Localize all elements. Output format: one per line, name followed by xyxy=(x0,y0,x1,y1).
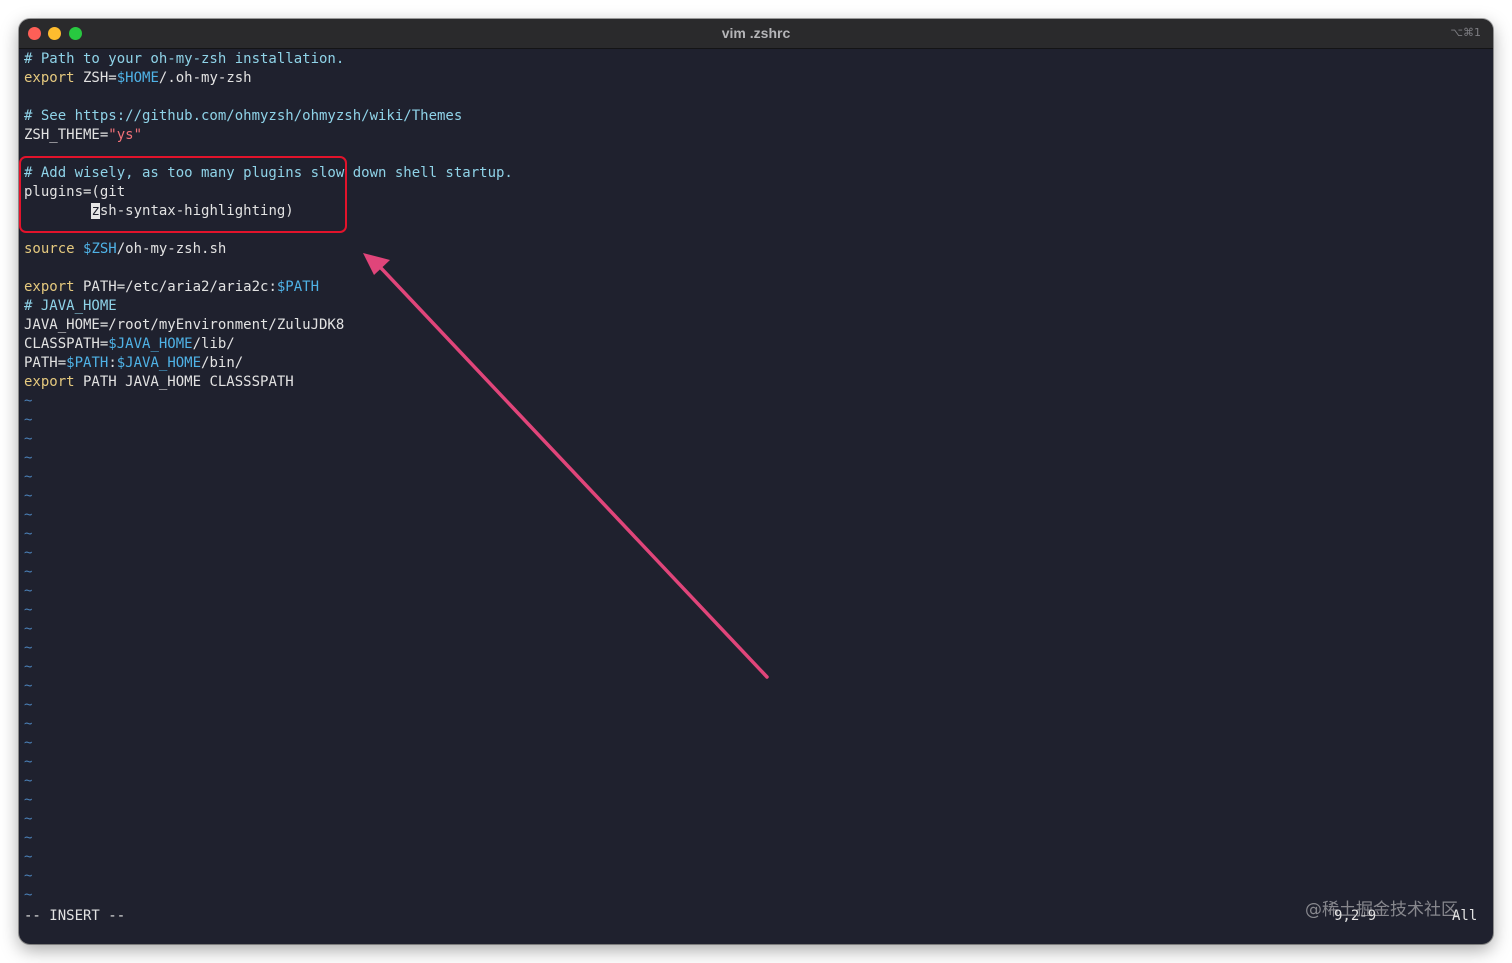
code-token: $JAVA_HOME xyxy=(116,355,202,371)
code-token: /oh-my-zsh.sh xyxy=(116,241,227,257)
empty-line-marker: ~ xyxy=(24,488,33,504)
empty-line-marker: ~ xyxy=(24,830,33,846)
empty-line-marker: ~ xyxy=(24,393,33,409)
code-token: CLASSPATH= xyxy=(24,336,109,352)
plugins-highlight-box xyxy=(19,156,347,233)
code-token: # Path to your oh-my-zsh installation. xyxy=(24,51,345,67)
buffer-line[interactable]: PATH=$PATH:$JAVA_HOME/bin/ xyxy=(24,354,1493,373)
buffer-line[interactable]: # Path to your oh-my-zsh installation. xyxy=(24,50,1493,69)
code-token: : xyxy=(108,355,117,371)
code-token: $ZSH xyxy=(83,241,117,257)
code-token: JAVA_HOME=/root/myEnvironment/ZuluJDK8 xyxy=(24,317,345,333)
title-bar[interactable]: vim .zshrc ⌥⌘1 xyxy=(19,19,1493,49)
code-token: PATH=/etc/aria2/aria2c: xyxy=(74,279,277,295)
code-token: export xyxy=(24,70,75,86)
mode-indicator: -- INSERT -- xyxy=(24,908,126,924)
empty-line-marker: ~ xyxy=(24,792,33,808)
empty-line-marker: ~ xyxy=(24,412,33,428)
empty-line-marker: ~ xyxy=(24,564,33,580)
code-token: $PATH xyxy=(276,279,320,295)
empty-line-marker: ~ xyxy=(24,431,33,447)
code-token: export xyxy=(24,279,75,295)
empty-line-marker: ~ xyxy=(24,716,33,732)
buffer-line[interactable] xyxy=(24,88,1493,107)
status-line: -- INSERT -- 9,2-9 All xyxy=(24,907,1493,926)
empty-line-marker: ~ xyxy=(24,545,33,561)
terminal-window: vim .zshrc ⌥⌘1 # Path to your oh-my-zsh … xyxy=(19,19,1493,944)
code-token: $HOME xyxy=(116,70,159,86)
code-token: # See https://github.com/ohmyzsh/ohmyzsh… xyxy=(24,108,463,124)
buffer-line[interactable]: export PATH JAVA_HOME CLASSSPATH xyxy=(24,373,1493,392)
watermark: @稀土掘金技术社区 xyxy=(1305,900,1458,920)
empty-line-marker: ~ xyxy=(24,735,33,751)
empty-line-marker: ~ xyxy=(24,697,33,713)
code-token: $JAVA_HOME xyxy=(108,336,193,352)
empty-line-marker: ~ xyxy=(24,773,33,789)
buffer-line[interactable]: ZSH_THEME="ys" xyxy=(24,126,1493,145)
empty-line-marker: ~ xyxy=(24,450,33,466)
buffer-line[interactable]: # See https://github.com/ohmyzsh/ohmyzsh… xyxy=(24,107,1493,126)
empty-line-marker: ~ xyxy=(24,621,33,637)
code-token: PATH= xyxy=(24,355,67,371)
empty-line-marker: ~ xyxy=(24,849,33,865)
code-token: ZSH_THEME= xyxy=(24,127,109,143)
code-token: /.oh-my-zsh xyxy=(158,70,252,86)
code-token: /lib/ xyxy=(192,336,235,352)
code-token: export xyxy=(24,374,75,390)
empty-line-marker: ~ xyxy=(24,469,33,485)
buffer-line[interactable]: # JAVA_HOME xyxy=(24,297,1493,316)
buffer-line[interactable]: export ZSH=$HOME/.oh-my-zsh xyxy=(24,69,1493,88)
empty-line-marker: ~ xyxy=(24,640,33,656)
code-token: source xyxy=(24,241,75,257)
empty-line-marker: ~ xyxy=(24,602,33,618)
code-token: /bin/ xyxy=(201,355,244,371)
buffer-line[interactable]: source $ZSH/oh-my-zsh.sh xyxy=(24,240,1493,259)
empty-line-marker: ~ xyxy=(24,811,33,827)
empty-line-marker: ~ xyxy=(24,754,33,770)
buffer-line[interactable]: CLASSPATH=$JAVA_HOME/lib/ xyxy=(24,335,1493,354)
buffer-line[interactable]: export PATH=/etc/aria2/aria2c:$PATH xyxy=(24,278,1493,297)
code-token: PATH JAVA_HOME CLASSSPATH xyxy=(74,374,294,390)
code-token: "ys" xyxy=(108,127,143,143)
empty-line-marker: ~ xyxy=(24,868,33,884)
empty-line-marker: ~ xyxy=(24,887,33,903)
window-shortcut-hint: ⌥⌘1 xyxy=(1450,26,1481,39)
empty-line-marker: ~ xyxy=(24,507,33,523)
empty-line-marker: ~ xyxy=(24,526,33,542)
buffer-line[interactable]: JAVA_HOME=/root/myEnvironment/ZuluJDK8 xyxy=(24,316,1493,335)
code-token: $PATH xyxy=(66,355,109,371)
code-token: ZSH= xyxy=(74,70,117,86)
empty-line-marker: ~ xyxy=(24,678,33,694)
code-token: # JAVA_HOME xyxy=(24,298,117,314)
empty-line-marker: ~ xyxy=(24,659,33,675)
window-title: vim .zshrc xyxy=(721,25,791,41)
empty-line-marker: ~ xyxy=(24,583,33,599)
buffer-line[interactable] xyxy=(24,259,1493,278)
